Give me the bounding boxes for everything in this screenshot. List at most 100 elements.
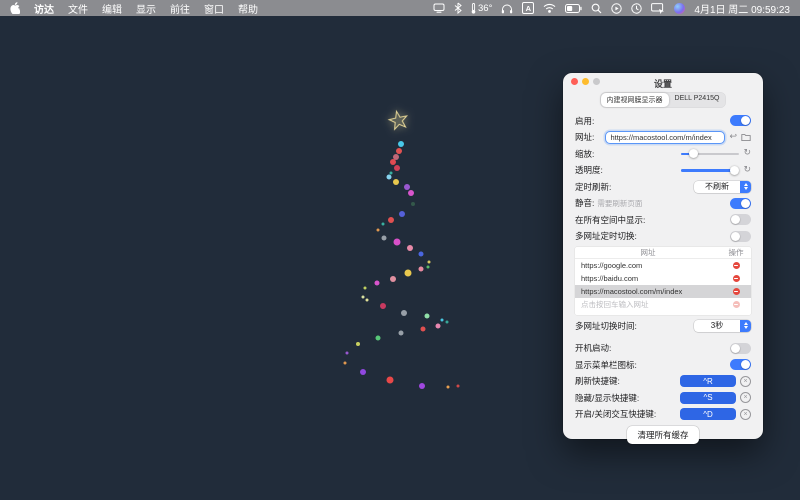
interaction-shortcut-label: 开启/关闭交互快捷键: [575, 408, 656, 420]
autostart-toggle[interactable] [730, 343, 751, 354]
tree-light-dot [377, 229, 380, 232]
url-cell: https://macostool.com/m/index [575, 287, 721, 296]
zoom-reset-icon[interactable]: ↻ [743, 149, 751, 158]
menu-item-1[interactable]: 访达 [34, 1, 54, 16]
tree-light-dot [382, 223, 385, 226]
switch-time-dropdown[interactable]: 3秒 [694, 320, 751, 332]
menu-item-3[interactable]: 编辑 [102, 1, 122, 16]
tree-light-dot [419, 267, 424, 272]
open-folder-icon[interactable] [741, 133, 751, 142]
timed-refresh-value: 不刷新 [694, 181, 740, 192]
url-input[interactable] [605, 131, 725, 144]
multi-url-toggle[interactable] [730, 231, 751, 242]
menu-item-2[interactable]: 文件 [68, 1, 88, 16]
clear-shortcut-icon[interactable]: × [740, 409, 751, 420]
tree-light-dot [366, 299, 369, 302]
display-icon[interactable] [433, 2, 445, 14]
remove-url-icon[interactable] [733, 275, 740, 282]
tree-light-dot [356, 342, 360, 346]
spotlight-icon[interactable] [591, 2, 602, 14]
interaction-shortcut-row: 开启/关闭交互快捷键: ^D × [575, 408, 751, 420]
mute-label: 静音: [575, 197, 594, 209]
zoom-label: 缩放: [575, 148, 594, 160]
tree-light-dot [457, 385, 460, 388]
remove-url-icon[interactable] [733, 262, 740, 269]
interaction-shortcut-key[interactable]: ^D [680, 408, 736, 420]
tree-light-dot [390, 276, 396, 282]
autostart-label: 开机启动: [575, 342, 611, 354]
headphones-icon[interactable] [501, 2, 513, 14]
tab-builtin-display[interactable]: 内建视网膜显示器 [601, 93, 669, 107]
url-table-row[interactable]: https://baidu.com [575, 272, 751, 285]
hide-show-shortcut-row: 隐藏/显示快捷键: ^S × [575, 392, 751, 404]
screen-mirroring-icon[interactable] [651, 2, 665, 14]
url-table-header: 网址 操作 [575, 247, 751, 259]
tree-star-icon [385, 108, 412, 139]
tree-light-dot [419, 252, 424, 257]
clock-icon[interactable] [631, 2, 642, 14]
enable-toggle[interactable] [730, 115, 751, 126]
temperature-value: 36° [478, 3, 492, 14]
menubar-icon-toggle[interactable] [730, 359, 751, 370]
mute-toggle[interactable] [730, 198, 751, 209]
opacity-label: 透明度: [575, 164, 603, 176]
remove-url-icon[interactable] [733, 288, 740, 295]
menu-item-7[interactable]: 帮助 [238, 1, 258, 16]
url-cell: https://baidu.com [575, 274, 721, 283]
tree-light-dot [346, 352, 349, 355]
opacity-reset-icon[interactable]: ↻ [743, 166, 751, 175]
opacity-slider[interactable] [681, 166, 739, 175]
tree-light-dot [360, 369, 366, 375]
tree-light-dot [404, 184, 410, 190]
dropdown-stepper-icon [740, 320, 751, 332]
tree-light-dot [399, 211, 405, 217]
menu-item-4[interactable]: 显示 [136, 1, 156, 16]
menu-item-6[interactable]: 窗口 [204, 1, 224, 16]
refresh-shortcut-key[interactable]: ^R [680, 375, 736, 387]
url-input-placeholder-row[interactable]: 点击按回车输入网址 [575, 298, 751, 311]
hide-show-shortcut-label: 隐藏/显示快捷键: [575, 392, 639, 404]
window-titlebar[interactable]: 设置 [563, 73, 763, 89]
apple-menu-icon[interactable] [10, 2, 20, 14]
url-table-row[interactable]: https://macostool.com/m/index [575, 285, 751, 298]
clear-shortcut-icon[interactable]: × [740, 376, 751, 387]
menu-item-5[interactable]: 前往 [170, 1, 190, 16]
window-title: 设置 [563, 77, 763, 90]
thermometer-icon [471, 3, 476, 14]
refresh-shortcut-label: 刷新快捷键: [575, 375, 620, 387]
hide-show-shortcut-key[interactable]: ^S [680, 392, 736, 404]
wifi-icon[interactable] [543, 2, 556, 14]
menu-bar-clock[interactable]: 4月1日 周二 09:59:23 [694, 1, 790, 16]
tree-light-dot [394, 165, 400, 171]
tree-light-dot [441, 319, 444, 322]
go-url-icon[interactable]: ↩ [729, 133, 737, 142]
clear-cache-button[interactable]: 清理所有缓存 [627, 426, 698, 444]
all-spaces-toggle[interactable] [730, 214, 751, 225]
tree-light-dot [411, 202, 415, 206]
record-icon[interactable] [611, 2, 622, 14]
siri-icon[interactable] [674, 3, 685, 14]
switch-time-row: 多网址切换时间: 3秒 [575, 320, 751, 332]
temperature-widget[interactable]: 36° [471, 3, 492, 14]
switch-time-value: 3秒 [694, 320, 740, 331]
input-method-badge[interactable]: A [522, 2, 534, 14]
url-table-row[interactable]: https://google.com [575, 259, 751, 272]
tree-light-dot [398, 141, 404, 147]
menu-bar-status-area: 36° A 4月1日 周二 [433, 1, 790, 16]
tree-light-dot [375, 281, 380, 286]
zoom-slider[interactable] [681, 149, 739, 158]
zoom-row: 缩放: ↻ [575, 148, 751, 160]
all-spaces-label: 在所有空间中显示: [575, 214, 645, 226]
tree-light-dot [436, 324, 441, 329]
timed-refresh-row: 定时刷新: 不刷新 [575, 181, 751, 193]
tree-light-dot [427, 266, 430, 269]
url-cell: https://google.com [575, 261, 721, 270]
tab-dell-display[interactable]: DELL P2415Q [669, 93, 726, 107]
all-spaces-row: 在所有空间中显示: [575, 214, 751, 226]
tree-light-dot [401, 310, 407, 316]
clear-shortcut-icon[interactable]: × [740, 392, 751, 403]
battery-icon[interactable] [565, 2, 582, 14]
dropdown-stepper-icon [740, 181, 751, 193]
bluetooth-icon[interactable] [454, 2, 462, 14]
timed-refresh-dropdown[interactable]: 不刷新 [694, 181, 751, 193]
